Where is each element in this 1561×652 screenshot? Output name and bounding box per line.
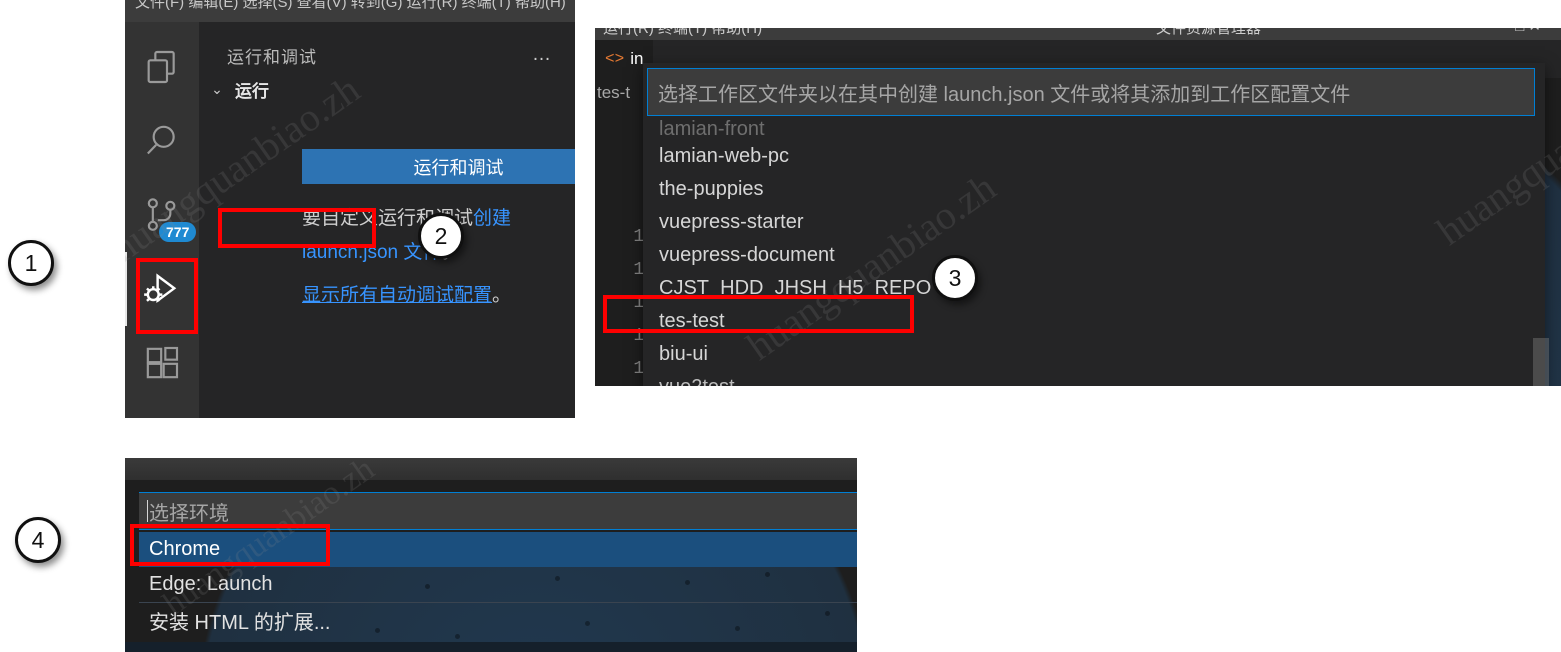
show-all-suffix: 。 (492, 285, 512, 306)
list-item-tes-test[interactable]: tes-test (647, 305, 1535, 338)
files-icon (142, 47, 182, 87)
quickpick-placeholder: 选择工作区文件夹以在其中创建 launch.json 文件或将其添加到工作区配置… (658, 83, 1351, 106)
activity-bar: 777 (125, 22, 199, 418)
show-all-debug-configs-link[interactable]: 显示所有自动调试配置 (302, 285, 492, 306)
quickpick-workspace-folder: 选择工作区文件夹以在其中创建 launch.json 文件或将其添加到工作区配置… (643, 63, 1549, 386)
page-title: 运行和调试 (227, 47, 317, 67)
run-and-debug-icon (141, 268, 183, 310)
list-item[interactable]: vuepress-document (647, 239, 1535, 272)
list-item[interactable]: CJST_HDD_JHSH_H5_REPO (647, 272, 1535, 305)
vscode-left-window: 文件(F) 编辑(E) 选择(S) 查看(V) 转到(G) 运行(R) 终端(T… (125, 0, 575, 418)
list-item[interactable]: the-puppies (647, 173, 1535, 206)
environment-list[interactable]: Chrome Edge: Launch 安装 HTML 的扩展... (139, 532, 857, 652)
quickpick-scrollbar[interactable] (1533, 338, 1549, 386)
run-section-header[interactable]: ⌄ 运行 (199, 74, 575, 104)
vscode-select-environment-window: 选择环境 Chrome Edge: Launch 安装 HTML 的扩展... … (125, 458, 857, 652)
select-environment-input[interactable]: 选择环境 (139, 492, 857, 530)
list-item-chrome[interactable]: Chrome (139, 532, 857, 567)
vscode-right-window: 运行(R) 终端(T) 帮助(H) 文件资源管理器 □ ✕ <> in tes-… (595, 28, 1561, 386)
html-file-icon: <> (605, 50, 625, 68)
extensions-icon (142, 343, 182, 383)
annotation-circle-4: 4 (15, 517, 61, 563)
editor-tab-label: in (630, 49, 644, 68)
bottom-panel-gap (125, 480, 857, 492)
list-item-edge-launch[interactable]: Edge: Launch (139, 567, 857, 602)
quickpick-input[interactable]: 选择工作区文件夹以在其中创建 launch.json 文件或将其添加到工作区配置… (647, 68, 1535, 116)
list-item[interactable]: vuepress-starter (647, 206, 1535, 239)
list-item[interactable]: lamian-front (647, 118, 1535, 140)
sidebar-item-source-control[interactable]: 777 (125, 178, 199, 252)
bottom-panel-strip (125, 642, 857, 652)
screenshot-root: 文件(F) 编辑(E) 选择(S) 查看(V) 转到(G) 运行(R) 终端(T… (0, 0, 1561, 652)
search-icon (142, 121, 182, 161)
sidebar-item-extensions[interactable] (125, 326, 199, 400)
sidebar-item-search[interactable] (125, 104, 199, 178)
list-item[interactable]: lamian-web-pc (647, 140, 1535, 173)
left-menubar[interactable]: 文件(F) 编辑(E) 选择(S) 查看(V) 转到(G) 运行(R) 终端(T… (125, 0, 575, 22)
sidebar-header: 运行和调试 … (199, 38, 575, 72)
run-debug-sidebar: 运行和调试 … ⌄ 运行 运行和调试 要自定义运行和调试创建 launch.js… (199, 22, 575, 418)
source-control-badge: 777 (159, 222, 197, 242)
select-environment-placeholder: 选择环境 (149, 502, 229, 525)
breadcrumb[interactable]: tes-t (595, 78, 630, 108)
list-item[interactable]: biu-ui (647, 338, 1535, 371)
list-item-install-html-extension[interactable]: 安装 HTML 的扩展... (139, 602, 857, 637)
annotation-circle-1: 1 (8, 240, 54, 286)
left-menubar-text: 文件(F) 编辑(E) 选择(S) 查看(V) 转到(G) 运行(R) 终端(T… (135, 0, 566, 11)
sidebar-item-explorer[interactable] (125, 30, 199, 104)
text-caret (147, 500, 148, 522)
bottom-panel-titlebar (125, 458, 857, 480)
list-item[interactable]: vue2test (647, 371, 1535, 386)
sidebar-item-run-debug[interactable] (125, 252, 199, 326)
chevron-down-icon: ⌄ (211, 80, 223, 97)
run-and-debug-button[interactable]: 运行和调试 (302, 149, 575, 184)
right-menubar-mid-text: 文件资源管理器 (1155, 28, 1261, 37)
more-actions-icon[interactable]: … (532, 45, 553, 64)
window-controls[interactable]: □ ✕ (1515, 28, 1541, 35)
annotation-circle-2: 2 (418, 213, 464, 259)
right-menubar[interactable]: 运行(R) 终端(T) 帮助(H) 文件资源管理器 □ ✕ (595, 28, 1561, 40)
right-menubar-left-text: 运行(R) 终端(T) 帮助(H) (603, 28, 763, 37)
show-all-debug-configs-hint: 显示所有自动调试配置。 (302, 280, 575, 312)
annotation-circle-3: 3 (932, 255, 978, 301)
quickpick-list[interactable]: lamian-front lamian-web-pc the-puppies v… (647, 118, 1535, 386)
run-section-label: 运行 (235, 81, 269, 101)
